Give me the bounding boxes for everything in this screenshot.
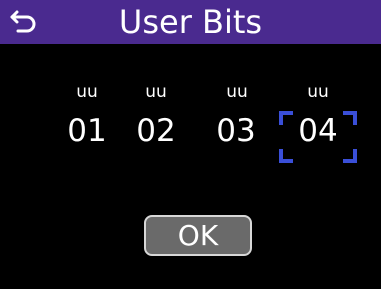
- user-bit-value-2[interactable]: 02: [124, 113, 188, 149]
- user-bit-label-3: uu: [226, 82, 248, 102]
- user-bit-value-3[interactable]: 03: [204, 113, 268, 149]
- selection-bracket-icon: [279, 111, 357, 163]
- user-bit-label-1: uu: [76, 82, 98, 102]
- page-title: User Bits: [118, 3, 263, 41]
- user-bit-label-4: uu: [307, 82, 329, 102]
- user-bit-label-2: uu: [145, 82, 167, 102]
- user-bit-value-1[interactable]: 01: [55, 113, 119, 149]
- title-bar: User Bits: [0, 0, 381, 44]
- ok-button[interactable]: OK: [144, 215, 252, 256]
